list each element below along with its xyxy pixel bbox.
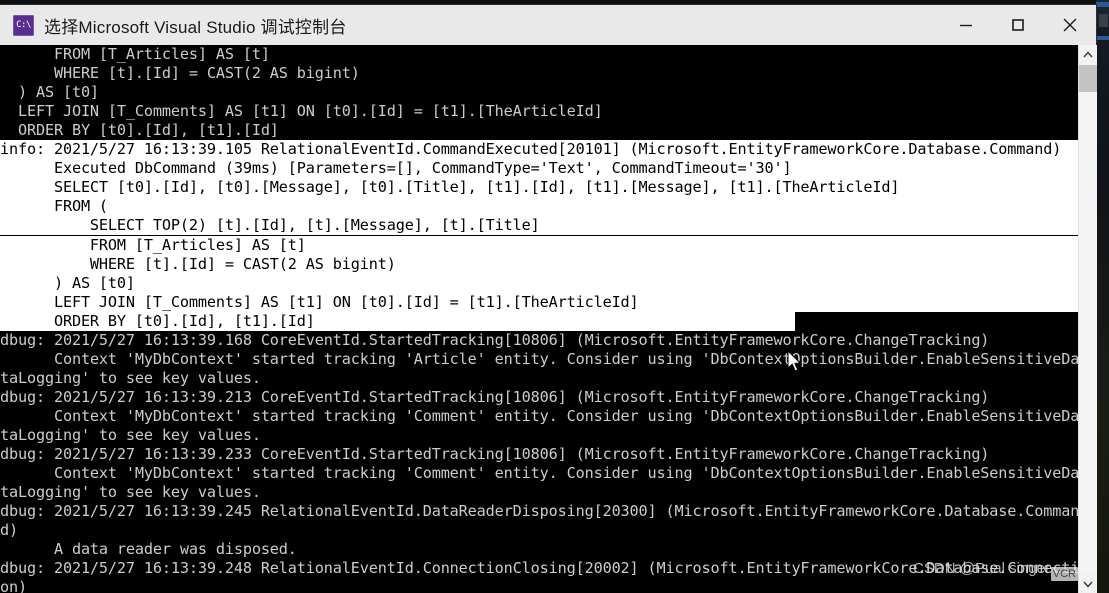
- console-line-text: dbug: 2021/5/27 16:13:39.245 RelationalE…: [0, 502, 1078, 521]
- console-line-sql-top: WHERE [t].[Id] = CAST(2 AS bigint): [0, 64, 1078, 83]
- console-line-text: SELECT [t0].[Id], [t0].[Message], [t0].[…: [0, 178, 900, 197]
- csdn-watermark: CSDN @Pual singer: [913, 560, 1050, 577]
- console-line-log: d): [0, 521, 1078, 540]
- console-line-log: Context 'MyDbContext' started tracking '…: [0, 464, 1078, 483]
- console-line-text: ORDER BY [t0].[Id], [t1].[Id]: [0, 121, 279, 140]
- console-line-text: dbug: 2021/5/27 16:13:39.213 CoreEventId…: [0, 387, 990, 406]
- console-line-log: dbug: 2021/5/27 16:13:39.168 CoreEventId…: [0, 331, 1078, 350]
- maximize-icon: [1009, 16, 1027, 34]
- title-bar[interactable]: C:\ 选择Microsoft Visual Studio 调试控制台: [0, 5, 1096, 46]
- console-line-text: LEFT JOIN [T_Comments] AS [t1] ON [t0].[…: [0, 102, 603, 121]
- console-line-text: ) AS [t0]: [0, 83, 99, 102]
- console-line-selected: FROM [T_Articles] AS [t]: [0, 235, 1078, 255]
- console-line-text: d): [0, 521, 18, 540]
- console-line-text: ) AS [t0]: [0, 273, 135, 292]
- console-line-text: WHERE [t].[Id] = CAST(2 AS bigint): [0, 254, 396, 273]
- console-line-text: taLogging' to see key values.: [0, 368, 261, 387]
- console-line-text: on): [0, 578, 27, 593]
- console-line-text: FROM [T_Articles] AS [t]: [0, 45, 270, 63]
- console-line-text: Context 'MyDbContext' started tracking '…: [0, 349, 1078, 368]
- console-line-sql-top: FROM [T_Articles] AS [t]: [0, 45, 1078, 64]
- console-line-log: taLogging' to see key values.: [0, 369, 1078, 388]
- console-app-icon-glyph: C:\: [16, 19, 31, 30]
- console-line-text: Executed DbCommand (39ms) [Parameters=[]…: [0, 159, 792, 178]
- console-line-sql-top: ORDER BY [t0].[Id], [t1].[Id]: [0, 121, 1078, 140]
- selection-highlight: [0, 273, 1078, 293]
- close-icon: [1060, 15, 1080, 35]
- console-line-text: FROM (: [0, 197, 108, 216]
- console-line-text: LEFT JOIN [T_Comments] AS [t1] ON [t0].[…: [0, 292, 639, 311]
- console-output[interactable]: FROM [T_Articles] AS [t] WHERE [t].[Id] …: [0, 45, 1078, 593]
- console-line-text: dbug: 2021/5/27 16:13:39.168 CoreEventId…: [0, 330, 990, 349]
- console-line-text: Context 'MyDbContext' started tracking '…: [0, 406, 1078, 425]
- console-line-log: Context 'MyDbContext' started tracking '…: [0, 407, 1078, 426]
- console-line-text: SELECT TOP(2) [t].[Id], [t].[Message], […: [0, 216, 540, 235]
- console-line-text: taLogging' to see key values.: [0, 483, 261, 502]
- selection-edge-gap: [795, 311, 1078, 331]
- minimize-button[interactable]: [940, 5, 992, 45]
- console-line-sql-top: ) AS [t0]: [0, 83, 1078, 102]
- scroll-up-arrow-icon[interactable]: [1079, 45, 1097, 64]
- console-line-log: dbug: 2021/5/27 16:13:39.213 CoreEventId…: [0, 388, 1078, 407]
- console-line-selected: LEFT JOIN [T_Comments] AS [t1] ON [t0].[…: [0, 292, 1078, 312]
- watermark-logo: VCR: [1050, 567, 1078, 581]
- console-line-text: Context 'MyDbContext' started tracking '…: [0, 464, 1078, 483]
- selection-highlight: [0, 197, 1078, 217]
- background-window-strip[interactable]: [1096, 0, 1109, 593]
- console-window: C:\ 选择Microsoft Visual Studio 调试控制台 FROM…: [0, 5, 1097, 593]
- console-line-log: on): [0, 578, 1078, 593]
- minimize-icon: [957, 16, 975, 34]
- console-line-text: WHERE [t].[Id] = CAST(2 AS bigint): [0, 64, 360, 83]
- console-line-selected: SELECT [t0].[Id], [t0].[Message], [t0].[…: [0, 178, 1078, 198]
- console-line-text: dbug: 2021/5/27 16:13:39.233 CoreEventId…: [0, 445, 990, 464]
- console-line-selected: FROM (: [0, 197, 1078, 217]
- console-line-selected: ) AS [t0]: [0, 273, 1078, 293]
- console-line-log: dbug: 2021/5/27 16:13:39.233 CoreEventId…: [0, 445, 1078, 464]
- console-line-log: taLogging' to see key values.: [0, 483, 1078, 502]
- console-line-text: taLogging' to see key values.: [0, 426, 261, 444]
- console-line-log: A data reader was disposed.: [0, 540, 1078, 559]
- vertical-scrollbar[interactable]: [1078, 45, 1097, 593]
- console-line-selected: Executed DbCommand (39ms) [Parameters=[]…: [0, 159, 1078, 179]
- console-line-log: Context 'MyDbContext' started tracking '…: [0, 350, 1078, 369]
- maximize-button[interactable]: [992, 5, 1044, 45]
- background-window-icon: [1099, 14, 1108, 27]
- close-button[interactable]: [1044, 5, 1096, 45]
- console-line-log: taLogging' to see key values.: [0, 426, 1078, 445]
- scroll-down-arrow-icon[interactable]: [1079, 574, 1097, 593]
- console-line-sql-top: LEFT JOIN [T_Comments] AS [t1] ON [t0].[…: [0, 102, 1078, 121]
- console-line-text: info: 2021/5/27 16:13:39.105 RelationalE…: [0, 140, 1062, 159]
- console-line-log: dbug: 2021/5/27 16:13:39.245 RelationalE…: [0, 502, 1078, 521]
- console-line-text: A data reader was disposed.: [0, 540, 297, 559]
- console-line-selected: SELECT TOP(2) [t].[Id], [t].[Message], […: [0, 216, 1078, 236]
- console-line-selected: info: 2021/5/27 16:13:39.105 RelationalE…: [0, 140, 1078, 160]
- background-window-accent-top: [1096, 2, 1109, 7]
- console-line-selected: WHERE [t].[Id] = CAST(2 AS bigint): [0, 254, 1078, 274]
- console-app-icon: C:\: [13, 14, 34, 36]
- window-title: 选择Microsoft Visual Studio 调试控制台: [44, 17, 347, 37]
- console-line-text: FROM [T_Articles] AS [t]: [0, 235, 306, 254]
- window-controls: [940, 5, 1096, 45]
- console-line-text: ORDER BY [t0].[Id], [t1].[Id]: [0, 311, 315, 330]
- scrollbar-thumb[interactable]: [1079, 65, 1097, 92]
- background-window-accent-mid: [1096, 36, 1109, 40]
- screen-root: C:\ 选择Microsoft Visual Studio 调试控制台 FROM…: [0, 0, 1109, 593]
- scrollbar-track[interactable]: [1079, 92, 1097, 573]
